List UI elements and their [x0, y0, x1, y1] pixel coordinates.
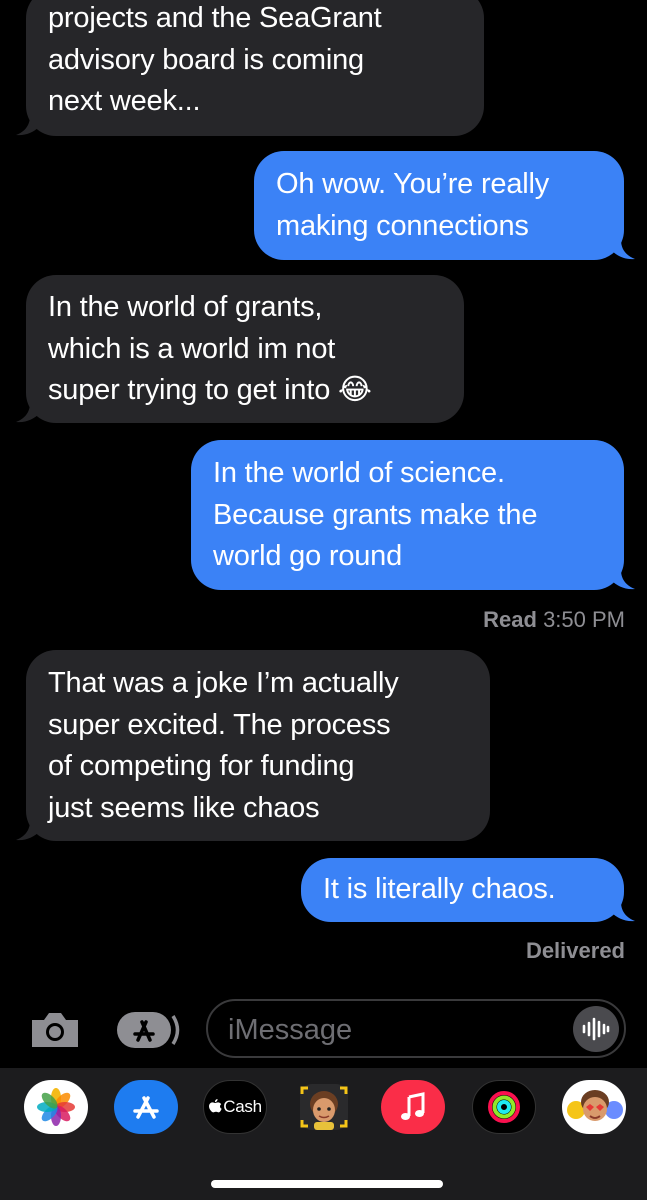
message-text: super excited. The process: [48, 708, 391, 741]
app-store-app[interactable]: [114, 1080, 178, 1134]
message-input[interactable]: [226, 1007, 560, 1053]
message-bubble-incoming[interactable]: In the world of grants, which is a world…: [26, 275, 464, 423]
message-bubble-outgoing[interactable]: In the world of science. Because grants …: [191, 440, 624, 590]
message-text: advisory board is coming: [48, 43, 364, 76]
delivered-label: Delivered: [525, 938, 625, 963]
message-bubble-outgoing[interactable]: Oh wow. You’re really making connections: [254, 151, 624, 260]
bubble-tail: [16, 403, 40, 423]
message-text: super trying to get into 😂: [48, 374, 372, 406]
home-indicator[interactable]: [211, 1180, 443, 1188]
memoji-stickers-icon: [567, 1090, 623, 1121]
memoji-icon: [300, 1084, 348, 1130]
activity-rings-icon: [488, 1091, 520, 1123]
message-text: just seems like chaos: [48, 791, 320, 824]
message-text: That was a joke I’m actually: [48, 667, 399, 699]
camera-icon: [32, 1013, 78, 1047]
photos-app[interactable]: [24, 1080, 88, 1134]
read-time: 3:50 PM: [543, 607, 625, 632]
music-icon: [401, 1092, 425, 1120]
message-text: In the world of science.: [213, 457, 505, 489]
audio-message-button[interactable]: [573, 1006, 619, 1052]
bubble-tail: [611, 240, 635, 260]
message-bubble-incoming[interactable]: That was a joke I’m actually super excit…: [26, 650, 490, 841]
apple-cash-app[interactable]: Cash: [203, 1080, 267, 1134]
music-app[interactable]: [381, 1080, 445, 1134]
activity-app[interactable]: [472, 1080, 536, 1134]
apple-cash-icon: [209, 1099, 222, 1113]
app-store-icon: [133, 1096, 159, 1119]
photos-icon: [37, 1088, 75, 1126]
message-text: Because grants make the: [213, 498, 538, 531]
delivered-status: Delivered: [526, 938, 625, 964]
message-text: which is a world im not: [48, 332, 336, 365]
message-input-container: [206, 999, 626, 1058]
read-label: Read: [483, 607, 537, 632]
bubble-tail: [16, 821, 40, 841]
app-store-icon: [117, 1012, 180, 1048]
message-text: It is literally chaos.: [323, 873, 556, 905]
read-receipt: Read 3:50 PM: [483, 607, 625, 633]
audio-waveform-icon: [582, 1017, 610, 1041]
message-text: projects and the SeaGrant: [48, 2, 382, 34]
memoji-stickers-app[interactable]: [562, 1080, 626, 1134]
camera-button[interactable]: [28, 1008, 82, 1050]
cash-label: Cash: [223, 1097, 262, 1116]
message-text: In the world of grants,: [48, 291, 323, 323]
message-text: of competing for funding: [48, 750, 355, 782]
bubble-tail: [16, 116, 40, 136]
apps-button[interactable]: [116, 1010, 182, 1050]
message-bubble-outgoing[interactable]: It is literally chaos.: [301, 858, 624, 922]
bubble-tail: [611, 570, 635, 590]
memoji-app[interactable]: [292, 1080, 356, 1134]
message-text: making connections: [276, 209, 529, 242]
message-text: next week...: [48, 85, 201, 117]
message-text: world go round: [213, 540, 403, 572]
message-text: Oh wow. You’re really: [276, 168, 550, 200]
bubble-tail: [611, 902, 635, 922]
message-bubble-incoming[interactable]: projects and the SeaGrant advisory board…: [26, 0, 484, 136]
